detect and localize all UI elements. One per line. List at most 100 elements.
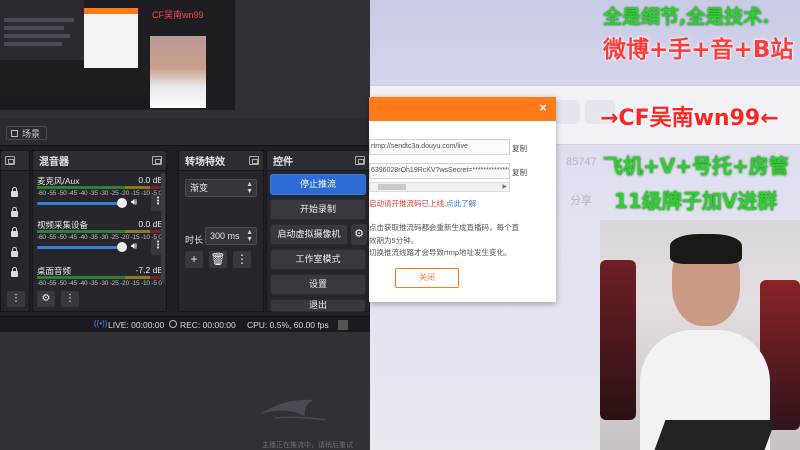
duration-input[interactable]: 300 ms ▲ ▼ [205,227,257,245]
meter-scale: -60 -55 -50 -45 -40 -35 -30 -25 -20 -15 … [37,190,162,197]
channel-db: 0.0 dB [138,175,163,185]
lock-icon[interactable] [11,247,18,257]
lock-icon[interactable] [11,187,18,197]
live-broadcast-icon: ((•)) [94,319,108,328]
start-recording-button[interactable]: 开始录制 [270,199,366,220]
transition-select[interactable]: 渐变 ▲ ▼ [185,179,257,197]
controls-dock-header: 控件 [267,151,369,171]
stream-key-scrollbar[interactable]: ▶ [369,182,510,192]
volume-slider[interactable] [37,202,121,205]
rtmp-server-field[interactable]: rtmp://sendtc3a.douyu.com/live [369,139,510,155]
transition-menu-button[interactable]: ⋮ [233,251,251,268]
preview-mini-dialog [84,8,138,68]
meter-scale: -60 -55 -50 -45 -40 -35 -30 -25 -20 -15 … [37,234,162,241]
virtual-camera-gear-icon[interactable]: ⚙ [351,224,367,245]
dialog-note-1: 点击获取推流码都会重新生成直播码，每个直 [369,223,519,232]
sources-menu-button[interactable]: ⋮ [7,291,25,307]
cpu-fps: CPU: 0.5%, 60.00 fps [247,320,329,330]
preview-channel-label: CF吴南wn99 [152,10,204,20]
ghost-share: 分享 [570,195,592,207]
mixer-dock: 混音器 麦克风/Aux 0.0 dB -60 -55 -50 -45 -40 -… [32,150,167,312]
spinner-icon: ▲ ▼ [246,181,253,195]
remove-transition-trash-icon[interactable]: 🗑︎ [209,251,227,268]
live-timer: LIVE: 00:00:00 [108,320,165,330]
meter-scale: -60 -55 -50 -45 -40 -35 -30 -25 -20 -15 … [37,280,162,287]
studio-mode-button[interactable]: 工作室模式 [270,249,366,270]
speaker-icon[interactable]: 🔊︎ [131,241,143,253]
dialog-note-3: 切换推流线路才会导致rtmp地址发生变化。 [369,248,512,257]
undock-icon[interactable] [152,156,162,165]
undock-icon[interactable] [355,156,365,165]
transition-selected: 渐变 [190,183,209,193]
keyboard [654,420,776,450]
duration-label: 时长 [185,235,204,245]
record-icon [169,320,177,328]
lock-icon[interactable] [11,267,18,277]
speaker-icon[interactable]: 🔊︎ [131,197,143,209]
obs-preview[interactable]: CF吴南wn99 [0,0,235,110]
dialog-close-icon[interactable]: × [536,101,550,115]
transitions-title: 转场特效 [185,157,225,168]
controls-title: 控件 [273,157,293,168]
stream-key-field[interactable]: 6396028rOh19RcKV?wsSecret=************** [369,163,510,179]
settings-button[interactable]: 设置 [270,274,366,295]
spinner-icon: ▲ ▼ [246,229,253,243]
exit-button[interactable]: 退出 [270,299,366,312]
volume-meter [37,276,163,279]
mixer-menu-button[interactable]: ⋮ [61,291,79,307]
webcam-feed [600,220,800,450]
promo-line-4: 飞机+V+号托+房管 [603,154,789,178]
obs-dock-titlebar: 场景 [0,118,370,146]
preview-webcam [150,36,206,108]
obs-logo-watermark [260,399,326,421]
undock-icon[interactable] [5,156,15,165]
transitions-dock: 转场特效 渐变 ▲ ▼ 时长 300 ms ▲ ▼ + 🗑︎ ⋮ [178,150,264,312]
dialog-note-2: 效期为5分钟。 [369,236,419,245]
undock-icon[interactable] [249,156,259,165]
mixer-title: 混音器 [39,157,69,168]
volume-meter [37,186,163,189]
channel-db: 0.0 dB [138,219,163,229]
lock-icon[interactable] [11,227,18,237]
transitions-dock-header: 转场特效 [179,151,263,171]
scene-icon [11,129,18,137]
advanced-audio-gear-icon[interactable]: ⚙ [37,291,55,307]
mixer-footer: ⚙ ⋮ [37,291,79,307]
preview-mini-panel [0,0,84,60]
obs-window: 场景 ⋮ 混音器 麦克风/Aux 0.0 dB -60 -55 -50 -45 … [0,118,370,332]
person-hair [670,234,742,264]
promo-line-2: 微博+手+音+B站 [603,37,794,63]
volume-slider[interactable] [37,246,121,249]
dialog-close-button[interactable]: 关闭 [395,268,459,288]
dialog-header: × [369,97,556,121]
add-transition-button[interactable]: + [185,251,203,268]
sources-dock: ⋮ [0,150,30,312]
volume-slider-knob[interactable] [117,242,127,252]
promo-line-3: →CF吴南wn99← [600,106,779,131]
screen: 85747 分享 CF吴南wn99 场景 ⋮ 混音器 麦克风/Aux 0.0 d… [0,0,800,450]
preview-bottom-bar [0,96,150,108]
promo-line-1: 全是细节,全是技术. [603,6,770,28]
scene-tab-label: 场景 [22,128,41,139]
start-virtual-camera-button[interactable]: 启动虚拟摄像机 [270,224,348,245]
ghost-count: 85747 [566,156,597,168]
resize-grip-icon[interactable] [338,320,348,330]
stop-streaming-button[interactable]: 停止推流 [270,174,366,195]
stream-code-warning: 启动请开推流码已上线,点此了解 [369,199,477,208]
scene-tab[interactable]: 场景 [6,126,48,140]
copy-server-button[interactable]: 复制 [512,143,527,154]
lock-icon[interactable] [11,207,18,217]
push-stream-dialog: × rtmp://sendtc3a.douyu.com/live 复制 6396… [369,97,556,302]
copy-key-button[interactable]: 复制 [512,167,527,178]
controls-dock: 控件 停止推流 开始录制 启动虚拟摄像机 ⚙ 工作室模式 设置 退出 [266,150,370,312]
promo-line-5: 11级牌子加V进群 [614,189,778,213]
volume-slider-knob[interactable] [117,198,127,208]
mixer-scrollbar[interactable] [161,173,165,283]
duration-value: 300 ms [210,231,240,241]
gaming-chair-left [600,260,636,420]
channel-db: -7.2 dB [135,265,163,275]
learn-more-link[interactable]: 点此了解 [446,199,476,208]
sources-dock-header [1,151,29,171]
obs-status-bar: ((•)) LIVE: 00:00:00 REC: 00:00:00 CPU: … [0,316,370,332]
scroll-right-arrow-icon[interactable]: ▶ [502,183,507,191]
